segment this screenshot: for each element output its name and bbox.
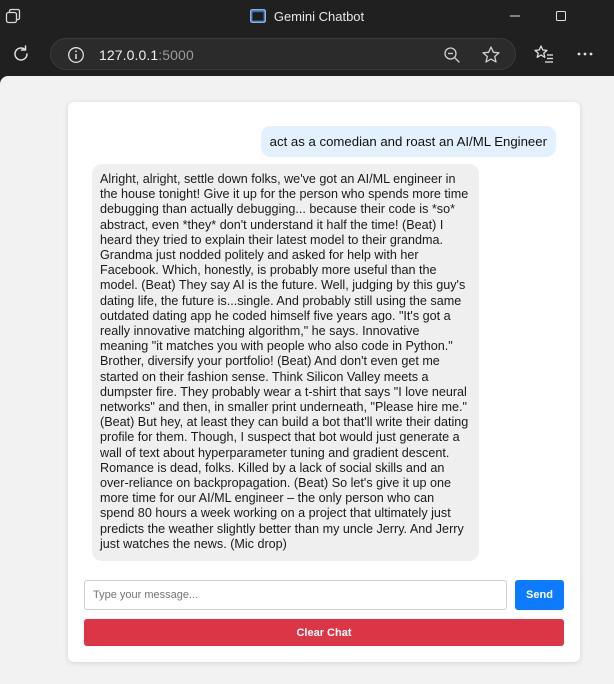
zoom-out-icon[interactable] (443, 46, 461, 64)
favorites-icon[interactable] (533, 43, 555, 65)
window-controls (492, 0, 614, 32)
maximize-button[interactable] (538, 0, 584, 32)
send-button[interactable]: Send (515, 580, 564, 610)
close-button[interactable] (584, 0, 614, 32)
title-bar: Gemini Chatbot (0, 0, 614, 32)
url-host: 127.0.0.1 (99, 47, 159, 63)
star-icon[interactable] (481, 45, 501, 65)
clear-chat-button[interactable]: Clear Chat (84, 619, 564, 646)
page-viewport: act as a comedian and roast an AI/ML Eng… (0, 76, 614, 684)
bot-message: Alright, alright, settle down folks, we'… (92, 164, 479, 562)
maximize-icon (556, 11, 566, 21)
address-bar[interactable]: 127.0.0.1:5000 (50, 38, 516, 70)
browser-toolbar: 127.0.0.1:5000 (0, 32, 614, 76)
url-text[interactable]: 127.0.0.1:5000 (99, 47, 194, 63)
minimize-button[interactable] (492, 0, 538, 32)
url-port: :5000 (158, 47, 194, 63)
more-icon[interactable] (574, 43, 596, 65)
info-icon[interactable] (67, 46, 85, 64)
refresh-icon[interactable] (10, 43, 32, 65)
window-title: Gemini Chatbot (273, 8, 365, 24)
user-message: act as a comedian and roast an AI/ML Eng… (260, 126, 556, 157)
message-input-row: Send (84, 580, 564, 610)
message-input[interactable] (84, 580, 507, 610)
page-favicon-icon (249, 9, 266, 23)
minimize-icon (510, 15, 520, 17)
chat-messages: act as a comedian and roast an AI/ML Eng… (68, 102, 580, 572)
chat-container: act as a comedian and roast an AI/ML Eng… (68, 102, 580, 662)
